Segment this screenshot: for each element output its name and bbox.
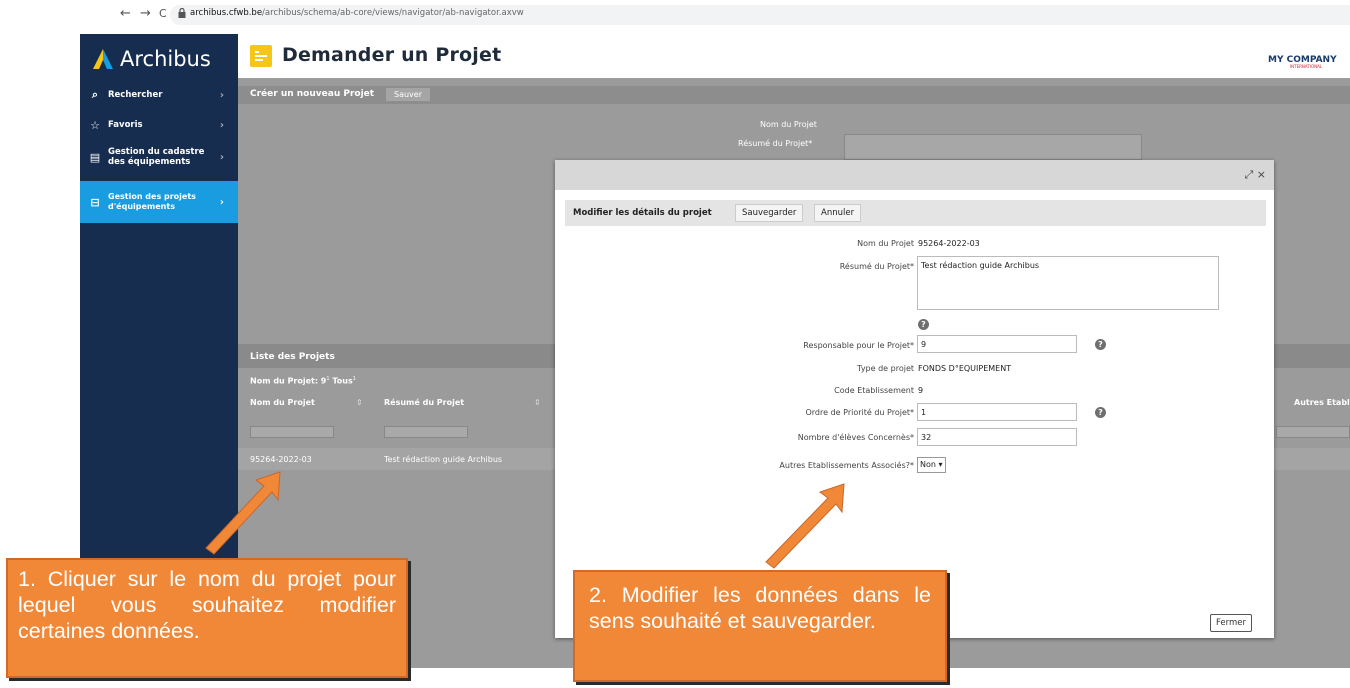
manager-input[interactable]: 9 [917,335,1077,353]
lock-icon [178,8,186,18]
filter-input-other[interactable] [1276,426,1350,438]
projects-icon: ⊟ [90,195,100,209]
archibus-logo-icon [93,49,113,69]
students-label: Nombre d'élèves Concernès* [797,433,914,442]
students-input[interactable]: 32 [917,428,1077,446]
edit-project-dialog: ⤢ × Modifier les détails du projet Sauve… [555,160,1274,638]
help-icon[interactable]: ? [1095,339,1106,350]
url-path: /archibus/schema/ab-core/views/navigator… [262,8,524,18]
priority-input[interactable]: 1 [917,403,1077,421]
filter-input-summary[interactable] [384,426,468,438]
row-project-summary: Test rédaction guide Archibus [384,455,503,464]
sort-icon[interactable]: ⇕ [356,398,363,407]
name-value: 95264-2022-03 [918,239,980,248]
column-header-other[interactable]: Autres Etabl [1294,398,1350,407]
back-icon[interactable]: ← [120,6,131,21]
other-label: Autres Etablissements Associés?* [779,461,914,470]
column-header-name[interactable]: Nom du Projet [250,398,315,407]
sort-icon[interactable]: ⇕ [534,398,541,407]
brand[interactable]: Archibus [92,44,211,74]
help-icon[interactable]: ? [918,319,929,330]
filter-label: Nom du Projet: 9 [250,376,327,386]
name-label: Nom du Projet [857,239,914,248]
filter-sup: 1 [326,376,330,382]
dialog-panel-title: Modifier les détails du projet [573,208,712,218]
dialog-titlebar: ⤢ × [555,160,1274,190]
star-icon: ☆ [90,118,100,132]
sidebar-item-cadastre[interactable]: ▤ Gestion du cadastre des équipements › [80,140,238,174]
document-icon: ▤ [89,150,101,164]
type-value: FONDS D°EQUIPEMENT [918,364,1012,373]
company-logo-sub: INTERNATIONAL [1290,64,1323,69]
row-project-name[interactable]: 95264-2022-03 [250,455,312,464]
bg-summary-input[interactable] [844,134,1142,160]
sidebar-item-label: Rechercher [108,90,163,100]
sauvegarder-button[interactable]: Sauvegarder [735,204,804,222]
browser-bar: ← → C archibus.cfwb.be/archibus/schema/a… [0,0,1350,28]
forward-icon[interactable]: → [140,6,151,21]
callout-step-2: 2. Modifier les données dans le sens sou… [573,570,947,682]
chevron-right-icon: › [219,196,224,208]
sidebar-item-label: Gestion des projets d'équipements [108,192,196,212]
arrow-icon [205,471,281,555]
arrow-icon [765,483,845,569]
other-select[interactable]: Non ▾ [917,457,946,473]
reload-icon[interactable]: C [159,7,167,20]
sidebar-item-projets[interactable]: ⊟ Gestion des projets d'équipements › [80,181,238,223]
type-label: Type de projet [857,364,914,373]
label-line-1: Gestion des projets [108,192,196,201]
bg-name-label: Nom du Projet [760,120,817,129]
chevron-right-icon: › [219,119,224,131]
app-name: Archibus [120,47,211,71]
label-line-2: d'équipements [108,202,175,211]
filter-input-name[interactable] [250,426,334,438]
chevron-right-icon: › [219,151,224,163]
create-panel-title: Créer un nouveau Projet [250,89,375,99]
fermer-button[interactable]: Fermer [1210,614,1253,632]
url-domain: archibus.cfwb.be [190,8,263,18]
sidebar-item-rechercher[interactable]: ⌕ Rechercher › [80,86,238,104]
sidebar-item-label: Gestion du cadastre des équipements [108,147,204,167]
dialog-controls[interactable]: ⤢ × [1244,168,1266,182]
url-text[interactable]: archibus.cfwb.be/archibus/schema/ab-core… [190,8,524,18]
manager-label: Responsable pour le Projet* [803,341,914,350]
label-line-2: des équipements [108,157,191,167]
code-value: 9 [918,386,924,395]
other-select-value: Non [920,460,936,469]
create-project-toolbar: Créer un nouveau Projet Sauver [238,86,1350,104]
dialog-toolbar: Modifier les détails du projet Sauvegard… [565,200,1266,226]
filter-all[interactable]: Tous [332,377,352,386]
help-icon[interactable]: ? [1095,407,1106,418]
priority-label: Ordre de Priorité du Projet* [805,408,914,417]
annuler-button[interactable]: Annuler [814,204,862,222]
label-line-1: Gestion du cadastre [108,147,205,157]
filter-sup: 1 [352,376,356,382]
callout-step-1: 1. Cliquer sur le nom du projet pour leq… [6,558,408,678]
sidebar-item-favoris[interactable]: ☆ Favoris › [80,116,238,134]
summary-label: Résumé du Projet* [839,262,914,271]
bg-summary-label: Résumé du Projet* [738,139,813,148]
sidebar-item-label: Favoris [108,120,143,130]
list-title: Liste des Projets [250,352,335,362]
code-label: Code Etablissement [834,386,914,395]
chevron-down-icon: ▾ [938,460,943,469]
chevron-right-icon: › [219,89,224,101]
page-title: Demander un Projet [282,44,502,66]
list-filter[interactable]: Nom du Projet: 91 Tous1 [250,376,356,386]
page-title-icon [250,45,272,67]
summary-textarea[interactable]: Test rédaction guide Archibus [917,256,1219,310]
save-button[interactable]: Sauver [386,88,430,101]
search-icon: ⌕ [91,88,99,101]
column-header-summary[interactable]: Résumé du Projet [384,398,464,407]
